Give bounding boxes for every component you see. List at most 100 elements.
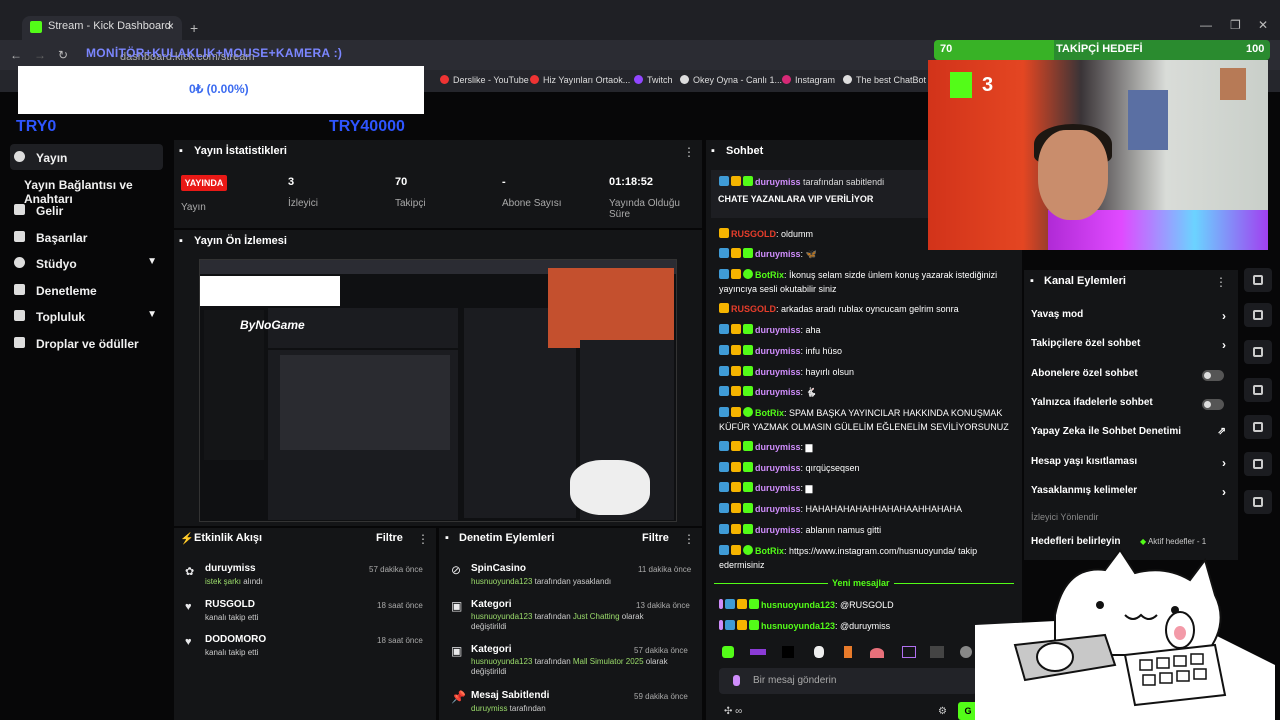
forward-icon[interactable]: → xyxy=(34,48,46,62)
chat-username[interactable]: duruymiss xyxy=(755,442,801,452)
minimize-icon[interactable]: — xyxy=(1200,18,1212,32)
ribbon-button[interactable] xyxy=(1244,378,1272,402)
wrench-icon xyxy=(14,284,25,295)
chevron-right-icon: › xyxy=(1222,338,1226,352)
bookmark-item[interactable]: Hiz Yayınları Ortaok... xyxy=(530,75,630,85)
sidebar-item-yayin[interactable]: Yayın xyxy=(10,144,163,170)
emote-icon[interactable] xyxy=(930,646,944,658)
moderation-filter-button[interactable]: Filtre xyxy=(642,532,669,544)
emote-icon[interactable] xyxy=(870,648,884,658)
ribbon-button[interactable] xyxy=(1244,452,1272,476)
ribbon-button[interactable] xyxy=(1244,490,1272,514)
chat-username[interactable]: BotRix xyxy=(755,546,784,556)
emote-icon[interactable] xyxy=(722,646,734,658)
stream-preview-video[interactable]: ByNoGame xyxy=(199,259,677,522)
activity-filter-button[interactable]: Filtre xyxy=(376,532,403,544)
bookmark-item[interactable]: Derslike - YouTube xyxy=(440,75,529,85)
chat-username[interactable]: duruymiss xyxy=(755,525,801,535)
chat-username[interactable]: duruymiss xyxy=(755,249,801,259)
new-tab-icon[interactable]: + xyxy=(190,20,198,36)
kick-logo-icon xyxy=(950,72,972,98)
maximize-icon[interactable]: ❐ xyxy=(1230,18,1241,32)
chat-username[interactable]: duruymiss xyxy=(755,367,801,377)
shield-icon: ▪ xyxy=(445,532,449,544)
more-icon[interactable]: ⋮ xyxy=(1215,275,1227,289)
sidebar-item-stream-key[interactable]: Yayın Bağlantısı ve Anahtarı xyxy=(0,171,172,206)
emote-icon[interactable] xyxy=(750,649,766,655)
crown-badge-icon xyxy=(731,324,741,334)
chat-text: : aha xyxy=(800,325,821,335)
chat-message: BotRix: İkonuş selam sizde ünlem konuş y… xyxy=(719,268,1014,296)
chat-message: duruymiss: qırqüçseqsen xyxy=(719,461,1014,475)
chevron-right-icon: › xyxy=(1222,456,1226,470)
activity-time: 18 saat önce xyxy=(377,601,423,610)
chat-username[interactable]: duruymiss xyxy=(755,463,801,473)
close-window-icon[interactable]: ✕ xyxy=(1258,18,1268,32)
category-icon: ▣ xyxy=(451,644,463,658)
reload-icon[interactable]: ↻ xyxy=(58,48,68,62)
moderation-target: Mesaj Sabitlendi xyxy=(471,690,550,701)
emote-icon[interactable] xyxy=(844,646,852,658)
channel-action-item[interactable]: Takipçilere özel sohbet › xyxy=(1024,338,1228,360)
chat-username[interactable]: RUSGOLD xyxy=(731,304,776,314)
channel-action-item[interactable]: Hesap yaşı kısıtlaması › xyxy=(1024,456,1228,478)
moderation-time: 11 dakika önce xyxy=(638,565,692,574)
chat-username[interactable]: BotRix xyxy=(755,408,784,418)
channel-action-label: Yapay Zeka ile Sohbet Denetimi xyxy=(1031,426,1182,437)
chat-username[interactable]: duruymiss xyxy=(755,325,801,335)
ribbon-button[interactable] xyxy=(1244,303,1272,327)
sidebar-item-topluluk[interactable]: Topluluk ▼ xyxy=(10,303,163,329)
gift-icon xyxy=(14,337,25,348)
emote-bar[interactable] xyxy=(720,646,972,662)
activity-time: 18 saat önce xyxy=(377,636,423,645)
channel-action-item[interactable]: Yapay Zeka ile Sohbet Denetimi ⇗ xyxy=(1024,426,1228,448)
chat-username[interactable]: duruymiss xyxy=(755,483,801,493)
more-icon[interactable]: ⋮ xyxy=(683,145,695,159)
more-icon[interactable]: ⋮ xyxy=(417,532,429,546)
toggle-switch[interactable] xyxy=(1202,370,1224,381)
more-icon[interactable]: ⋮ xyxy=(683,532,695,546)
ribbon-button[interactable] xyxy=(1244,268,1272,292)
gear-icon[interactable]: ⚙ xyxy=(938,706,947,717)
settings-icon[interactable]: ✣ ∞ xyxy=(724,706,742,717)
emote-icon[interactable] xyxy=(960,646,972,658)
bookmark-item[interactable]: Twitch xyxy=(634,75,673,85)
sidebar-item-droplar[interactable]: Droplar ve ödüller xyxy=(10,330,163,356)
live-badge: YAYINDA xyxy=(181,175,227,191)
verified-badge-icon xyxy=(719,269,729,279)
chat-text: : qırqüçseqsen xyxy=(800,463,860,473)
browser-tab[interactable]: Stream - Kick Dashboard × xyxy=(22,16,182,40)
bookmark-item[interactable]: Instagram xyxy=(782,75,835,85)
channel-action-label: Hesap yaşı kısıtlaması xyxy=(1031,456,1138,467)
back-icon[interactable]: ← xyxy=(10,48,22,62)
toggle-switch[interactable] xyxy=(1202,399,1224,410)
chat-input[interactable]: Bir mesaj gönderin xyxy=(719,668,977,694)
crown-badge-icon xyxy=(731,441,741,451)
chevron-down-icon: ▼ xyxy=(147,256,157,267)
stats-icon: ▪ xyxy=(179,145,183,157)
bot-badge-icon xyxy=(743,407,753,417)
ribbon-button[interactable] xyxy=(1244,340,1272,364)
close-tab-icon[interactable]: × xyxy=(167,19,174,33)
channel-action-item[interactable]: Yavaş mod › xyxy=(1024,309,1228,331)
chat-message: duruymiss: aha xyxy=(719,323,1014,337)
chat-username[interactable]: BotRix xyxy=(755,270,784,280)
bookmark-item[interactable]: Okey Oyna - Canlı 1... xyxy=(680,75,782,85)
webcam-overlay: 3 xyxy=(928,60,1268,250)
emote-icon[interactable] xyxy=(814,646,824,658)
ribbon-button[interactable] xyxy=(1244,415,1272,439)
chat-username[interactable]: duruymiss xyxy=(755,504,801,514)
chat-username[interactable]: duruymiss xyxy=(755,387,801,397)
emote-icon[interactable] xyxy=(902,646,916,658)
chat-username[interactable]: duruymiss xyxy=(755,346,801,356)
channel-action-item[interactable]: Yalnızca ifadelerle sohbet xyxy=(1024,397,1228,419)
channel-action-label: Yavaş mod xyxy=(1031,309,1084,320)
channel-action-item[interactable]: Abonelere özel sohbet xyxy=(1024,368,1228,390)
emote-icon[interactable] xyxy=(782,646,794,658)
channel-action-item[interactable]: Yasaklanmış kelimeler › xyxy=(1024,485,1228,507)
sidebar-item-denetleme[interactable]: Denetleme xyxy=(10,277,163,303)
sidebar-item-gelir[interactable]: Gelir xyxy=(10,197,163,223)
chat-username[interactable]: RUSGOLD xyxy=(731,229,776,239)
sidebar-item-basarilar[interactable]: Başarılar xyxy=(10,224,163,250)
sidebar-item-studyo[interactable]: Stüdyo ▼ xyxy=(10,250,163,276)
